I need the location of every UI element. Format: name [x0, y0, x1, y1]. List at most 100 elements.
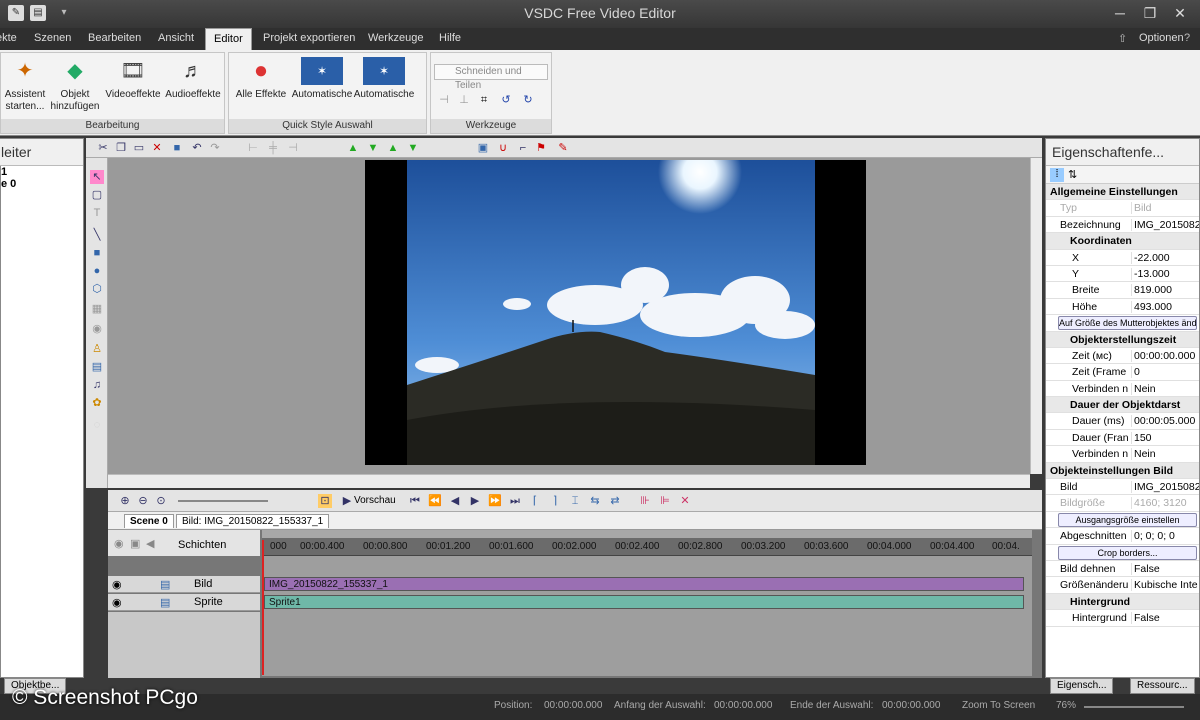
maximize-icon[interactable]: ❐ — [1140, 4, 1160, 22]
property-row[interactable]: Bild dehnen False — [1046, 561, 1199, 578]
cut-split-button[interactable]: Schneiden und Teilen — [434, 64, 548, 91]
assistant-button[interactable]: ✦ Assistent starten... — [3, 57, 47, 113]
property-row[interactable]: Typ Bild — [1046, 200, 1199, 217]
property-value[interactable]: Nein — [1131, 448, 1199, 461]
rotate-right-icon[interactable]: ↻ — [521, 93, 535, 107]
trim-icon[interactable]: ⊣ — [437, 93, 451, 107]
zoom-slider-status[interactable] — [1084, 706, 1184, 708]
eye-icon[interactable]: ◉ — [112, 578, 122, 591]
tab-scene-0[interactable]: Scene 0 — [124, 514, 174, 528]
zoom-fit-icon[interactable]: ⊙ — [154, 494, 168, 508]
property-action[interactable]: Crop borders... — [1058, 545, 1197, 560]
property-value[interactable]: IMG_2015082 — [1131, 218, 1199, 231]
audio-icon[interactable]: ♫ — [90, 378, 104, 392]
property-row[interactable]: Bildgröße 4160; 3120 — [1046, 495, 1199, 512]
step-back-icon[interactable]: ◀ — [448, 494, 462, 508]
options-menu[interactable]: Optionen — [1139, 32, 1184, 44]
move-bottom-icon[interactable]: ▼ — [406, 141, 420, 155]
flag-icon[interactable]: ⚑ — [534, 141, 548, 155]
magnet-icon[interactable]: ∪ — [496, 141, 510, 155]
fit-icon[interactable]: ▣ — [476, 141, 490, 155]
property-section[interactable]: Dauer der Objektdarst — [1046, 397, 1199, 414]
jump-icon[interactable]: ⇄ — [608, 494, 622, 508]
property-row[interactable]: Verbinden n Nein — [1046, 381, 1199, 398]
property-row[interactable]: Bild IMG_2015082 — [1046, 479, 1199, 496]
time-ruler[interactable]: 000 00:00.400 00:00.800 00:01.200 00:01.… — [262, 538, 1032, 556]
play-icon[interactable]: ▶ — [340, 494, 354, 508]
align-right-icon[interactable]: ⊣ — [286, 141, 300, 155]
timeline-range-bar[interactable] — [262, 530, 1032, 538]
remove-clip-icon[interactable]: ✕ — [678, 494, 692, 508]
properties-icon[interactable]: ■ — [170, 141, 184, 155]
eye-icon[interactable]: ◉ — [112, 596, 122, 609]
tab-ansicht[interactable]: Ansicht — [158, 32, 194, 44]
move-down-icon[interactable]: ▼ — [366, 141, 380, 155]
categorized-icon[interactable]: ⁞ — [1050, 168, 1064, 182]
property-button[interactable]: Crop borders... — [1046, 545, 1199, 561]
property-value[interactable]: 4160; 3120 — [1131, 497, 1199, 510]
property-row[interactable]: Dauer (ms) 00:00:05.000 — [1046, 413, 1199, 430]
tab-editor[interactable]: Editor — [205, 28, 252, 50]
property-value[interactable]: 0 — [1131, 366, 1199, 379]
property-action[interactable]: Auf Größe des Mutterobjektes ändern — [1058, 316, 1197, 331]
ellipse-icon[interactable]: ● — [90, 264, 104, 278]
canvas-vertical-scrollbar[interactable] — [1030, 158, 1042, 474]
align-center-icon[interactable]: ╪ — [266, 141, 280, 155]
rotate-left-icon[interactable]: ↺ — [499, 93, 513, 107]
image-object[interactable] — [365, 130, 866, 465]
property-row[interactable]: Verbinden n Nein — [1046, 446, 1199, 463]
align-left-icon[interactable]: ⊢ — [246, 141, 260, 155]
sprite-icon[interactable]: ♙ — [90, 342, 104, 356]
sort-az-icon[interactable]: ⇅ — [1068, 168, 1077, 181]
move-top-icon[interactable]: ▲ — [386, 141, 400, 155]
explorer-item[interactable]: e 0 — [1, 178, 83, 190]
redo-icon[interactable]: ↷ — [208, 141, 222, 155]
snap-icon[interactable]: ⊡ — [318, 494, 332, 508]
property-row[interactable]: X -22.000 — [1046, 250, 1199, 266]
split-clip-icon[interactable]: ⊪ — [638, 494, 652, 508]
property-value[interactable]: 493.000 — [1131, 300, 1199, 313]
property-row[interactable]: Dauer (Fran 150 — [1046, 430, 1199, 447]
property-value[interactable]: Nein — [1131, 382, 1199, 395]
step-forward-icon[interactable]: ▶ — [468, 494, 482, 508]
canvas-horizontal-scrollbar[interactable] — [108, 474, 1030, 488]
tab-projekte[interactable]: ekte — [0, 32, 17, 44]
crop-icon[interactable]: ⌗ — [477, 93, 491, 107]
property-row[interactable]: Hintergrund False — [1046, 610, 1199, 627]
clip-sprite[interactable]: Sprite1 — [264, 595, 1024, 609]
paste-icon[interactable]: ▭ — [132, 141, 146, 155]
tab-szenen[interactable]: Szenen — [34, 32, 71, 44]
audio-effects-button[interactable]: ♬ Audioeffekte — [163, 57, 223, 101]
delete-icon[interactable]: ✕ — [150, 141, 164, 155]
tab-werkzeuge[interactable]: Werkzeuge — [368, 32, 423, 44]
rectangle-icon[interactable]: ■ — [90, 246, 104, 260]
video-effects-button[interactable]: 🎞 Videoeffekte — [105, 57, 161, 101]
property-row[interactable]: Größenänderu Kubische Inte — [1046, 577, 1199, 594]
track-header-sprite[interactable]: ◉ ▤ Sprite — [108, 594, 260, 611]
property-row[interactable]: Zeit (Frame 0 — [1046, 364, 1199, 381]
trim-clip-icon[interactable]: ⊫ — [658, 494, 672, 508]
copy-icon[interactable]: ❐ — [114, 141, 128, 155]
preview-button[interactable]: Vorschau — [354, 495, 396, 506]
clip-bild[interactable]: IMG_20150822_155337_1 — [264, 577, 1024, 591]
property-section[interactable]: Allgemeine Einstellungen — [1046, 184, 1199, 201]
property-button[interactable]: Ausgangsgröße einstellen — [1046, 512, 1199, 529]
mute-icon[interactable]: ◀ — [146, 537, 154, 550]
property-value[interactable]: -13.000 — [1131, 267, 1199, 280]
zoom-in-icon[interactable]: ⊕ — [118, 494, 132, 508]
rewind-icon[interactable]: ⏪ — [428, 494, 442, 508]
crop-tool-icon[interactable]: ⌐ — [516, 141, 530, 155]
zoom-to-screen-button[interactable]: Zoom To Screen — [962, 700, 1035, 711]
property-row[interactable]: Höhe 493.000 — [1046, 299, 1199, 316]
polygon-icon[interactable]: ⬡ — [90, 282, 104, 296]
property-section[interactable]: Objekteinstellungen Bild — [1046, 462, 1199, 480]
tab-projekt-exportieren[interactable]: Projekt exportieren — [263, 32, 355, 44]
effects-icon[interactable]: ✿ — [90, 396, 104, 410]
auto-style-2-button[interactable]: ✶ Automatische — [353, 57, 415, 101]
line-icon[interactable]: ╲ — [90, 228, 104, 242]
property-value[interactable]: False — [1131, 612, 1199, 625]
select-icon[interactable]: ▢ — [90, 188, 104, 202]
property-value[interactable]: 00:00:05.000 — [1131, 415, 1199, 428]
marker-in-icon[interactable]: ⌈ — [528, 494, 542, 508]
arrow-up-icon[interactable]: ⇧ — [1118, 32, 1127, 45]
